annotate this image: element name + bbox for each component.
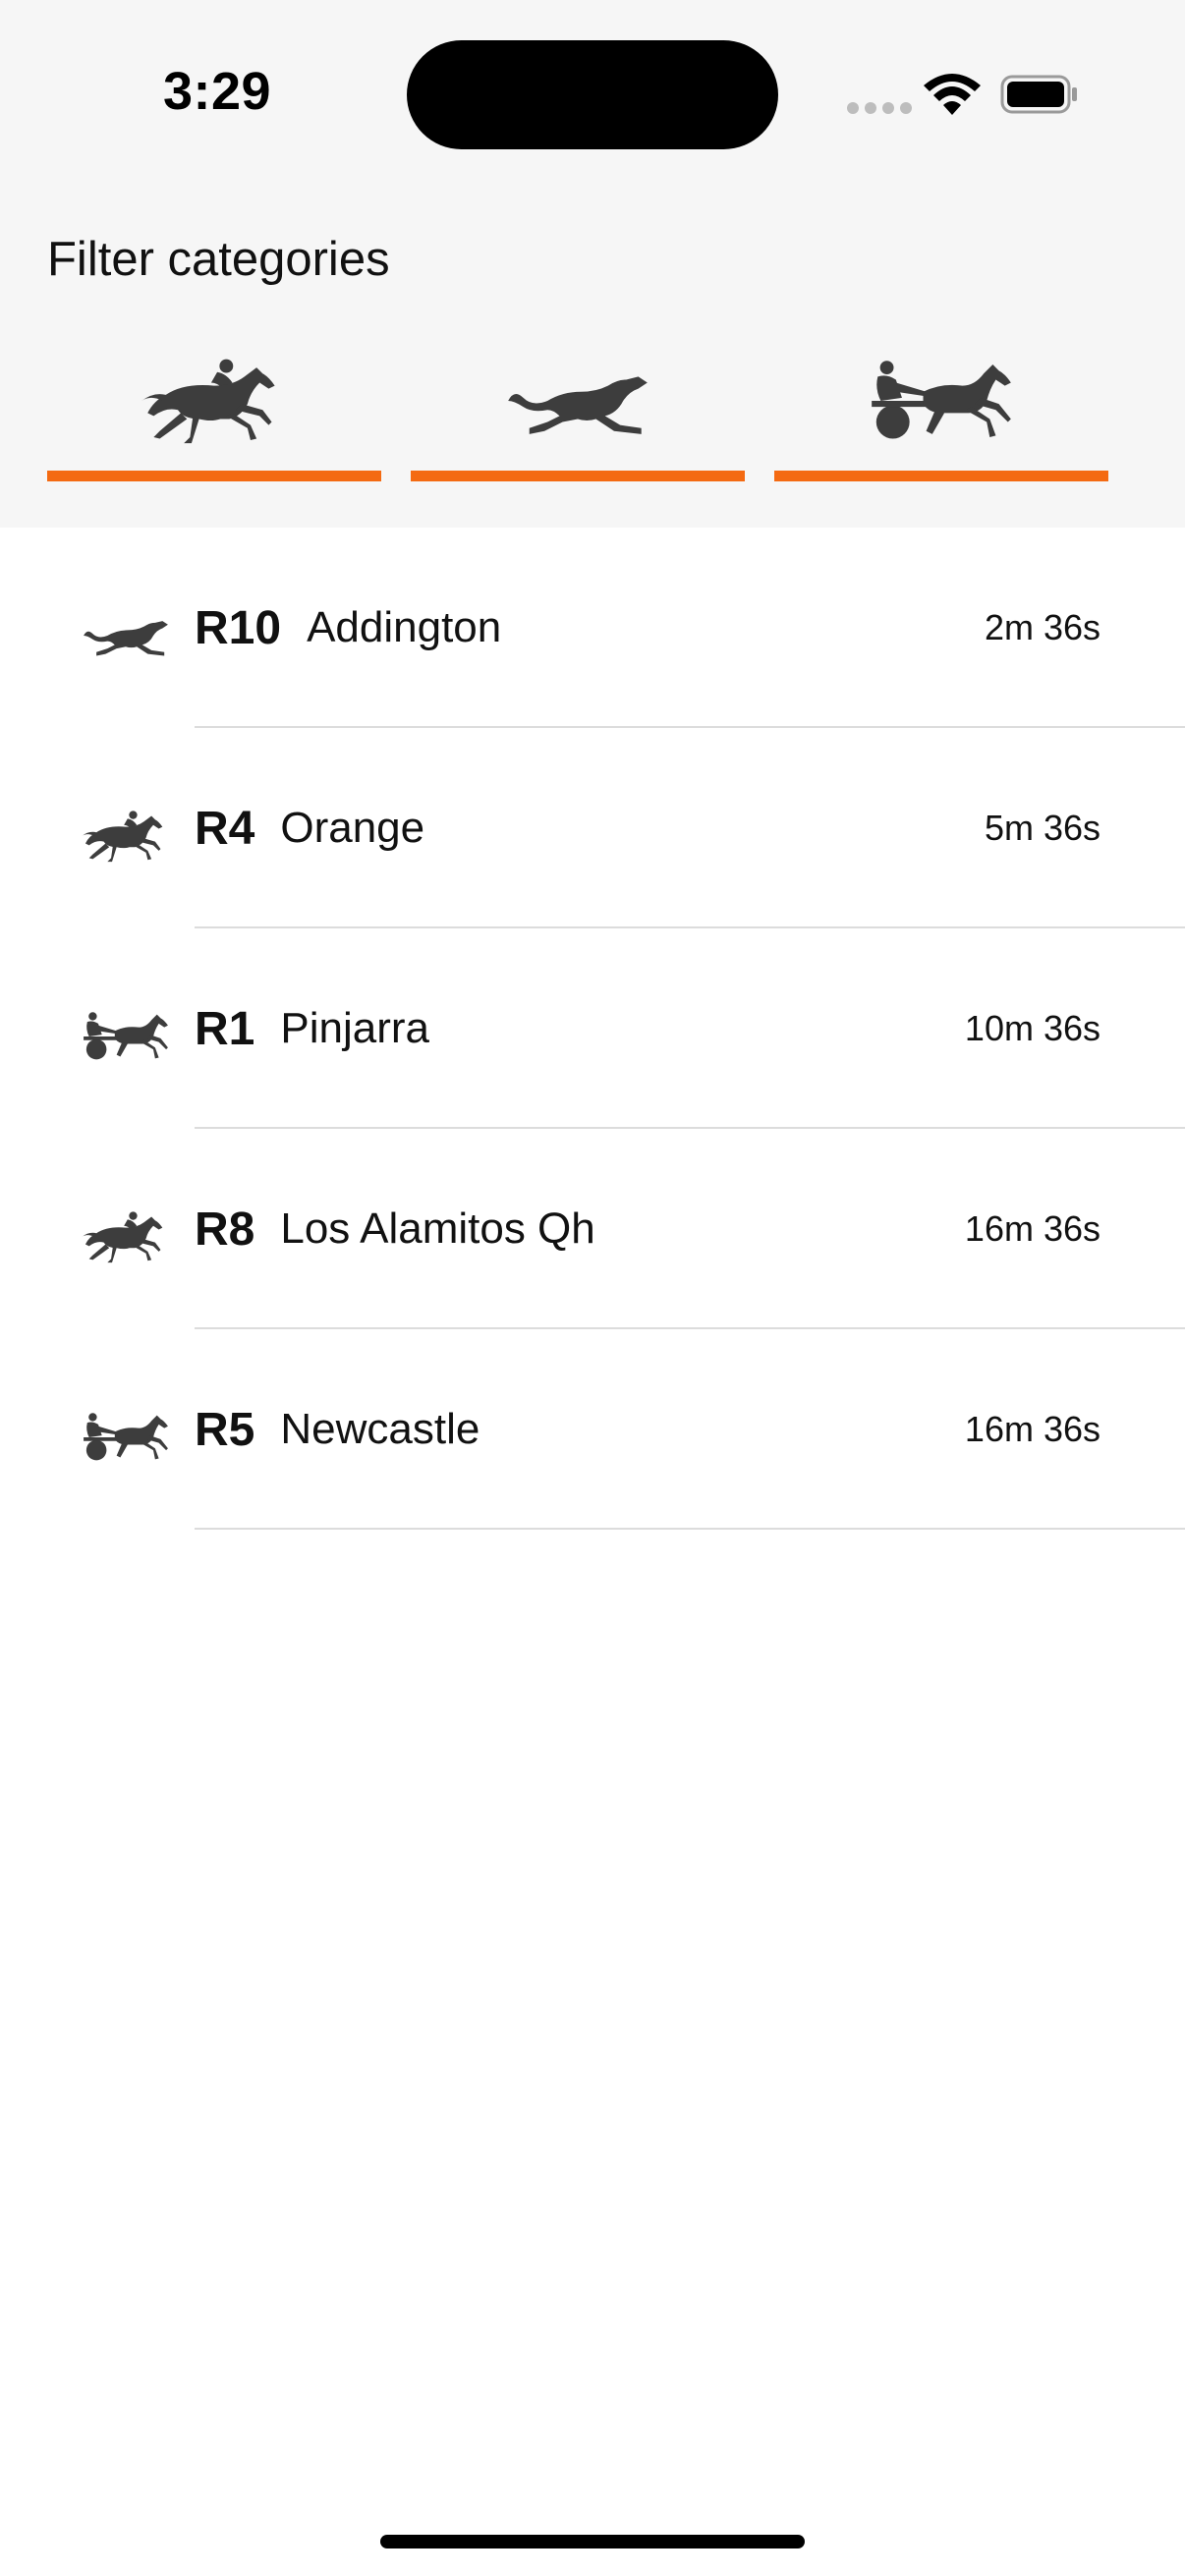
row-divider <box>195 1528 1185 1530</box>
race-number: R8 <box>195 1203 255 1256</box>
greyhound-racing-icon <box>79 608 173 663</box>
status-bar: 3:29 <box>0 0 1185 187</box>
race-title: R5 Newcastle <box>195 1329 480 1530</box>
race-venue: Orange <box>280 804 425 852</box>
race-number: R1 <box>195 1002 255 1055</box>
race-title: R8 Los Alamitos Qh <box>195 1129 595 1329</box>
filter-tab-greyhound-racing[interactable] <box>411 334 745 481</box>
race-row[interactable]: R10 Addington 2m 36s <box>0 528 1185 728</box>
harness-racing-icon <box>79 1410 173 1465</box>
filter-tab-horse-racing[interactable] <box>47 334 381 481</box>
horse-racing-icon <box>79 809 173 864</box>
race-countdown: 2m 36s <box>984 607 1100 647</box>
cellular-signal-icon <box>847 102 912 114</box>
race-countdown: 5m 36s <box>984 808 1100 848</box>
race-row[interactable]: R4 Orange 5m 36s <box>0 728 1185 928</box>
filter-tab-underline <box>774 471 1108 481</box>
greyhound-racing-icon <box>502 354 653 448</box>
race-number: R4 <box>195 802 255 855</box>
filter-categories-title: Filter categories <box>47 233 390 286</box>
race-number: R5 <box>195 1403 255 1456</box>
race-countdown: 16m 36s <box>964 1208 1100 1249</box>
filter-header: 3:29 Filter categories <box>0 0 1185 528</box>
race-row[interactable]: R1 Pinjarra 10m 36s <box>0 928 1185 1129</box>
harness-racing-icon <box>866 354 1017 448</box>
race-list: R10 Addington 2m 36s R4 Orange 5m 36s R1… <box>0 528 1185 1530</box>
horse-racing-icon <box>79 1209 173 1264</box>
race-venue: Addington <box>307 603 502 651</box>
race-title: R10 Addington <box>195 528 501 728</box>
race-venue: Los Alamitos Qh <box>280 1204 595 1253</box>
race-countdown: 10m 36s <box>964 1008 1100 1048</box>
dynamic-island <box>407 40 778 149</box>
race-title: R4 Orange <box>195 728 424 928</box>
filter-tab-underline <box>47 471 381 481</box>
filter-tab-underline <box>411 471 745 481</box>
battery-icon <box>1000 75 1077 114</box>
home-indicator[interactable] <box>380 2535 805 2548</box>
race-row[interactable]: R5 Newcastle 16m 36s <box>0 1329 1185 1530</box>
race-row[interactable]: R8 Los Alamitos Qh 16m 36s <box>0 1129 1185 1329</box>
race-number: R10 <box>195 601 282 654</box>
horse-racing-icon <box>139 354 290 448</box>
race-countdown: 16m 36s <box>964 1409 1100 1449</box>
race-title: R1 Pinjarra <box>195 928 429 1129</box>
race-venue: Pinjarra <box>280 1004 429 1052</box>
race-venue: Newcastle <box>280 1405 480 1453</box>
harness-racing-icon <box>79 1009 173 1064</box>
filter-tab-harness-racing[interactable] <box>774 334 1108 481</box>
wifi-icon <box>924 74 981 115</box>
status-time: 3:29 <box>163 62 272 121</box>
